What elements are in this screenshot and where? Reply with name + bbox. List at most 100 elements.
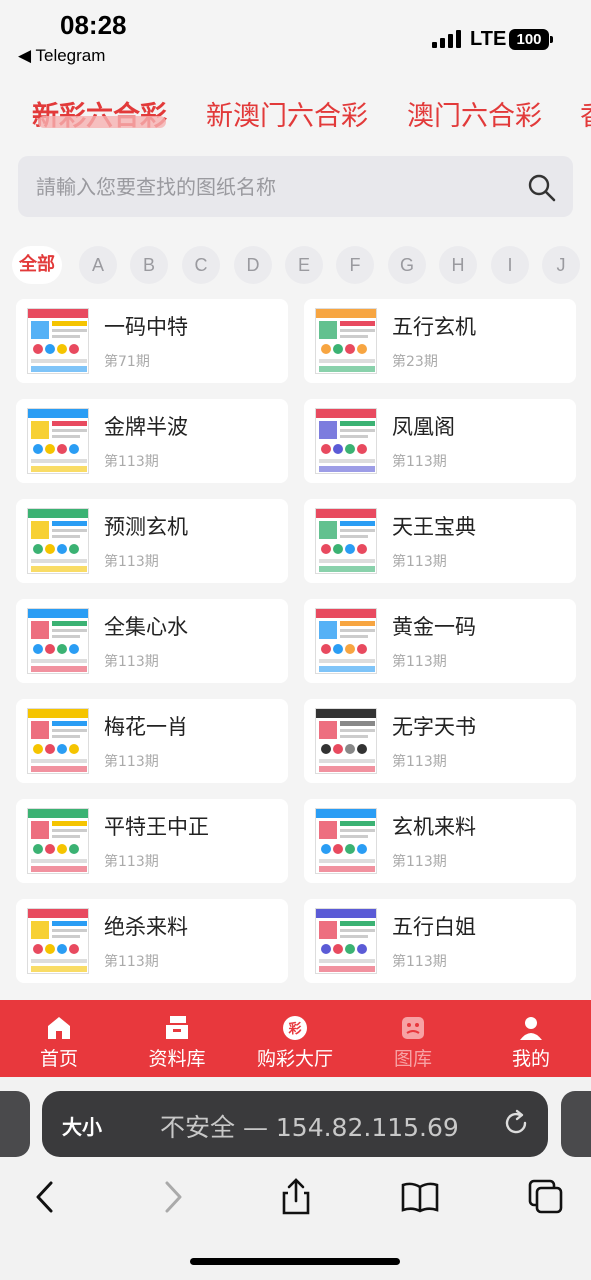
letter-filter: 全部 A B C D E F G H I J xyxy=(12,246,591,286)
forward-icon[interactable] xyxy=(152,1177,192,1217)
chart-card[interactable]: 黄金一码 第113期 xyxy=(304,599,576,683)
filter-g[interactable]: G xyxy=(388,246,426,284)
chart-card[interactable]: 金牌半波第113期 xyxy=(16,399,288,483)
signal-icon xyxy=(432,30,464,48)
nav-label: 图库 xyxy=(393,1048,432,1070)
home-icon xyxy=(48,1017,70,1039)
clock: 08:28 xyxy=(60,10,127,40)
lottery-badge-text: 彩 xyxy=(287,1021,301,1037)
tab-xin-macau[interactable]: 新澳门六合彩 xyxy=(206,94,368,133)
bottom-nav: 首页 资料库 彩 购彩大厅 图库 我的 xyxy=(0,1000,591,1077)
chart-issue: 第113期 xyxy=(104,454,159,470)
nav-label: 我的 xyxy=(511,1048,550,1070)
chart-issue: 第113期 xyxy=(392,654,447,670)
category-tabs: 新彩六合彩 新澳门六合彩 澳门六合彩 香 xyxy=(0,80,591,140)
nav-label: 资料库 xyxy=(148,1048,206,1070)
nav-home[interactable]: 首页 xyxy=(0,1000,118,1077)
chart-issue: 第113期 xyxy=(104,854,159,870)
chart-thumbnail xyxy=(315,808,377,874)
tab-macau[interactable]: 澳门六合彩 xyxy=(407,94,542,133)
chart-issue: 第113期 xyxy=(392,454,447,470)
chart-thumbnail xyxy=(27,708,89,774)
chart-card[interactable]: 一码中特 第71期 xyxy=(16,299,288,383)
filter-d[interactable]: D xyxy=(234,246,272,284)
chart-issue: 第113期 xyxy=(104,654,159,670)
prev-tab-preview[interactable] xyxy=(0,1091,30,1157)
nav-label: 首页 xyxy=(39,1048,78,1070)
url-text: 不安全 — 154.82.115.69 xyxy=(160,1113,459,1142)
nav-mine[interactable]: 我的 xyxy=(472,1000,590,1077)
filter-e[interactable]: E xyxy=(285,246,323,284)
nav-archive[interactable]: 资料库 xyxy=(118,1000,236,1077)
back-to-app-link[interactable]: ◀ Telegram xyxy=(18,46,105,66)
search-input[interactable] xyxy=(36,156,506,217)
chart-title: 凤凰阁 xyxy=(392,415,455,439)
search-icon[interactable] xyxy=(527,173,557,203)
back-icon[interactable] xyxy=(26,1177,66,1217)
chart-card[interactable]: 五行白姐 第113期 xyxy=(304,899,576,983)
bookmarks-icon[interactable] xyxy=(400,1177,440,1217)
network-type: LTE xyxy=(470,28,507,50)
user-icon xyxy=(520,1017,542,1040)
filter-all[interactable]: 全部 xyxy=(12,246,62,284)
chart-title: 预测玄机 xyxy=(104,515,188,539)
filter-b[interactable]: B xyxy=(130,246,168,284)
chart-card[interactable]: 玄机来料第113期 xyxy=(304,799,576,883)
nav-gallery[interactable]: 图库 xyxy=(354,1000,472,1077)
battery-tip xyxy=(550,36,553,43)
browser-toolbar: 大小 不安全 — 154.82.115.69 xyxy=(0,1077,591,1280)
chart-issue: 第113期 xyxy=(104,754,159,770)
lottery-icon: 彩 xyxy=(283,1016,307,1040)
filter-h[interactable]: H xyxy=(439,246,477,284)
chart-title: 全集心水 xyxy=(104,615,188,639)
filter-f[interactable]: F xyxy=(336,246,374,284)
chart-title: 金牌半波 xyxy=(104,415,188,439)
nav-lottery[interactable]: 彩 购彩大厅 xyxy=(236,1000,354,1077)
filter-i[interactable]: I xyxy=(491,246,529,284)
chart-title: 梅花一肖 xyxy=(104,715,188,739)
chart-title: 绝杀来料 xyxy=(104,915,188,939)
chart-thumbnail xyxy=(315,608,377,674)
chart-card[interactable]: 全集心水第113期 xyxy=(16,599,288,683)
chart-title: 无字天书 xyxy=(392,715,476,739)
address-bar[interactable]: 大小 不安全 — 154.82.115.69 xyxy=(42,1091,548,1157)
chart-card[interactable]: 梅花一肖第113期 xyxy=(16,699,288,783)
search-bar xyxy=(18,156,573,217)
chart-issue: 第113期 xyxy=(392,954,447,970)
chart-title: 一码中特 xyxy=(104,315,188,339)
next-tab-preview[interactable] xyxy=(561,1091,591,1157)
chart-title: 五行玄机 xyxy=(392,315,476,339)
archive-icon xyxy=(166,1016,188,1039)
chart-card[interactable]: 绝杀来料 第113期 xyxy=(16,899,288,983)
chart-issue: 第113期 xyxy=(392,754,447,770)
filter-c[interactable]: C xyxy=(182,246,220,284)
battery-icon: 100 xyxy=(509,29,549,50)
chart-thumbnail xyxy=(315,508,377,574)
chart-title: 玄机来料 xyxy=(392,815,476,839)
gallery-icon xyxy=(402,1017,424,1039)
chart-thumbnail xyxy=(315,908,377,974)
chart-issue: 第113期 xyxy=(392,554,447,570)
chart-card[interactable]: 无字天书第113期 xyxy=(304,699,576,783)
filter-j[interactable]: J xyxy=(542,246,580,284)
chart-thumbnail xyxy=(27,508,89,574)
text-size-button[interactable]: 大小 xyxy=(62,1111,102,1140)
chart-thumbnail xyxy=(27,308,89,374)
chart-card[interactable]: 凤凰阁第113期 xyxy=(304,399,576,483)
chart-thumbnail xyxy=(27,908,89,974)
status-bar: 08:28 ◀ Telegram LTE 100 xyxy=(0,0,591,72)
chart-card[interactable]: 五行玄机 第23期 xyxy=(304,299,576,383)
chart-thumbnail xyxy=(315,408,377,474)
chart-card[interactable]: 平特王中正 第113期 xyxy=(16,799,288,883)
tabs-icon[interactable] xyxy=(526,1177,566,1217)
chart-title: 天王宝典 xyxy=(392,515,476,539)
home-indicator xyxy=(190,1258,400,1265)
chart-card[interactable]: 预测玄机 第113期 xyxy=(16,499,288,583)
reload-icon[interactable] xyxy=(502,1109,530,1137)
chart-thumbnail xyxy=(27,608,89,674)
tab-hk[interactable]: 香 xyxy=(580,94,591,133)
chart-card[interactable]: 天王宝典第113期 xyxy=(304,499,576,583)
chart-issue: 第113期 xyxy=(392,854,447,870)
share-icon[interactable] xyxy=(276,1177,316,1217)
filter-a[interactable]: A xyxy=(79,246,117,284)
